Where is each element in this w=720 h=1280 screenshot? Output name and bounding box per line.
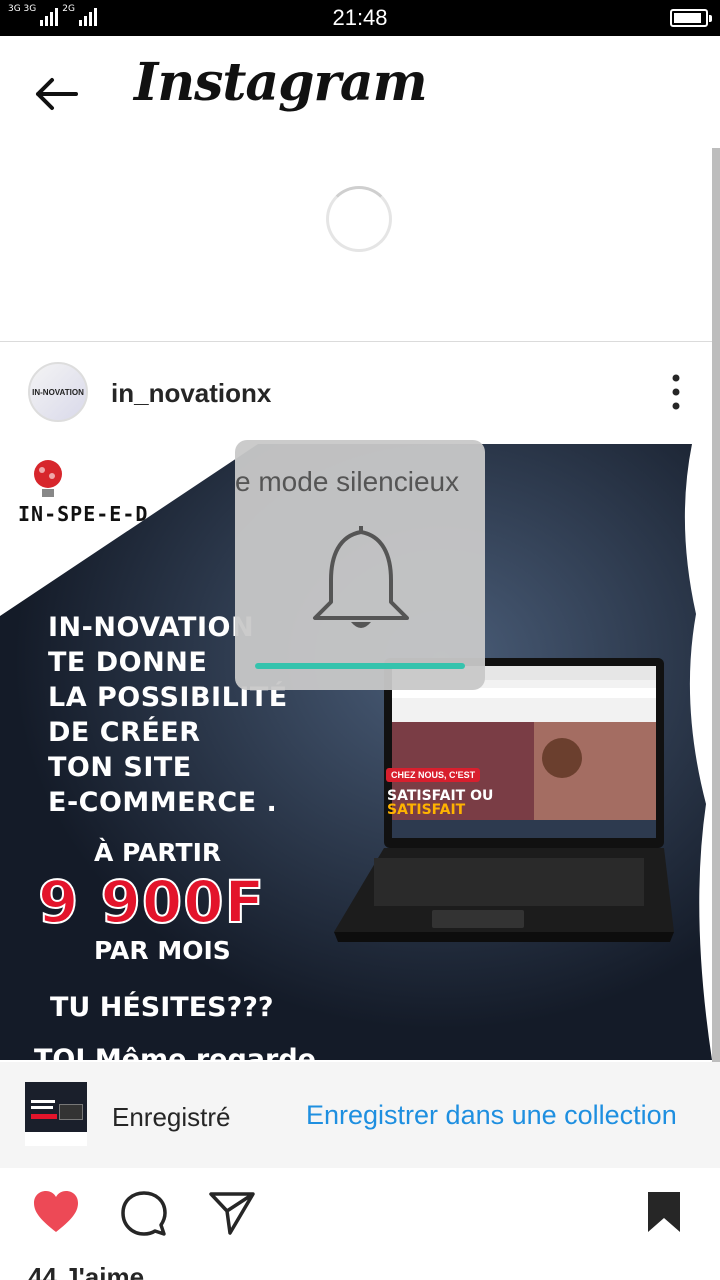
app-header: Instagram (0, 36, 720, 146)
bookmark-icon[interactable] (646, 1190, 682, 1234)
from-label: À PARTIR (94, 838, 222, 867)
clock: 21:48 (332, 5, 388, 30)
saved-label: Enregistré (112, 1102, 231, 1132)
more-vertical-icon[interactable] (660, 372, 692, 412)
back-arrow-icon[interactable] (28, 72, 84, 116)
per-month: PAR MOIS (94, 936, 231, 965)
question-text: TU HÉSITES??? (50, 992, 274, 1023)
scrollbar[interactable] (712, 148, 720, 1068)
post-actions (0, 1168, 720, 1260)
share-icon[interactable] (208, 1190, 256, 1236)
avatar[interactable]: IN-NOVATION (28, 362, 88, 422)
post-header: IN-NOVATION in_novationx (0, 342, 712, 444)
cut-off-text: TOI Même regarde (34, 1044, 316, 1060)
username[interactable]: in_novationx (111, 378, 271, 409)
battery-icon (670, 9, 712, 27)
heart-icon[interactable] (32, 1190, 80, 1234)
brand-logo: IN-SPE-E-D (18, 502, 149, 526)
promo-line: E-COMMERCE . (48, 787, 278, 818)
save-to-collection-link[interactable]: Enregistrer dans une collection (306, 1100, 677, 1131)
toast-progress-bar (255, 663, 465, 669)
silent-mode-toast: e mode silencieux (235, 440, 485, 690)
saved-bar: Enregistré Enregistrer dans une collecti… (0, 1062, 720, 1168)
likes-count[interactable]: 44 J'aime (28, 1262, 144, 1280)
toast-text: e mode silencieux (235, 466, 460, 497)
laptop-illustration (334, 658, 674, 942)
saved-thumbnail[interactable] (25, 1082, 87, 1146)
bell-icon (313, 526, 409, 628)
avatar-text: IN-NOVATION (32, 388, 84, 397)
app-title: Instagram (134, 52, 428, 113)
screen-headline-accent: SATISFAIT (387, 802, 466, 818)
screen-badge: CHEZ NOUS, C'EST (386, 768, 481, 782)
loading-spinner (326, 186, 392, 252)
promo-line: DE CRÉER (48, 717, 201, 748)
comment-icon[interactable] (120, 1190, 168, 1238)
status-bar: 3G 3G 2G 21:48 (0, 0, 720, 36)
promo-line: TON SITE (48, 752, 192, 783)
price: 9 900F (37, 867, 266, 937)
brand-bulb-icon (34, 460, 62, 497)
